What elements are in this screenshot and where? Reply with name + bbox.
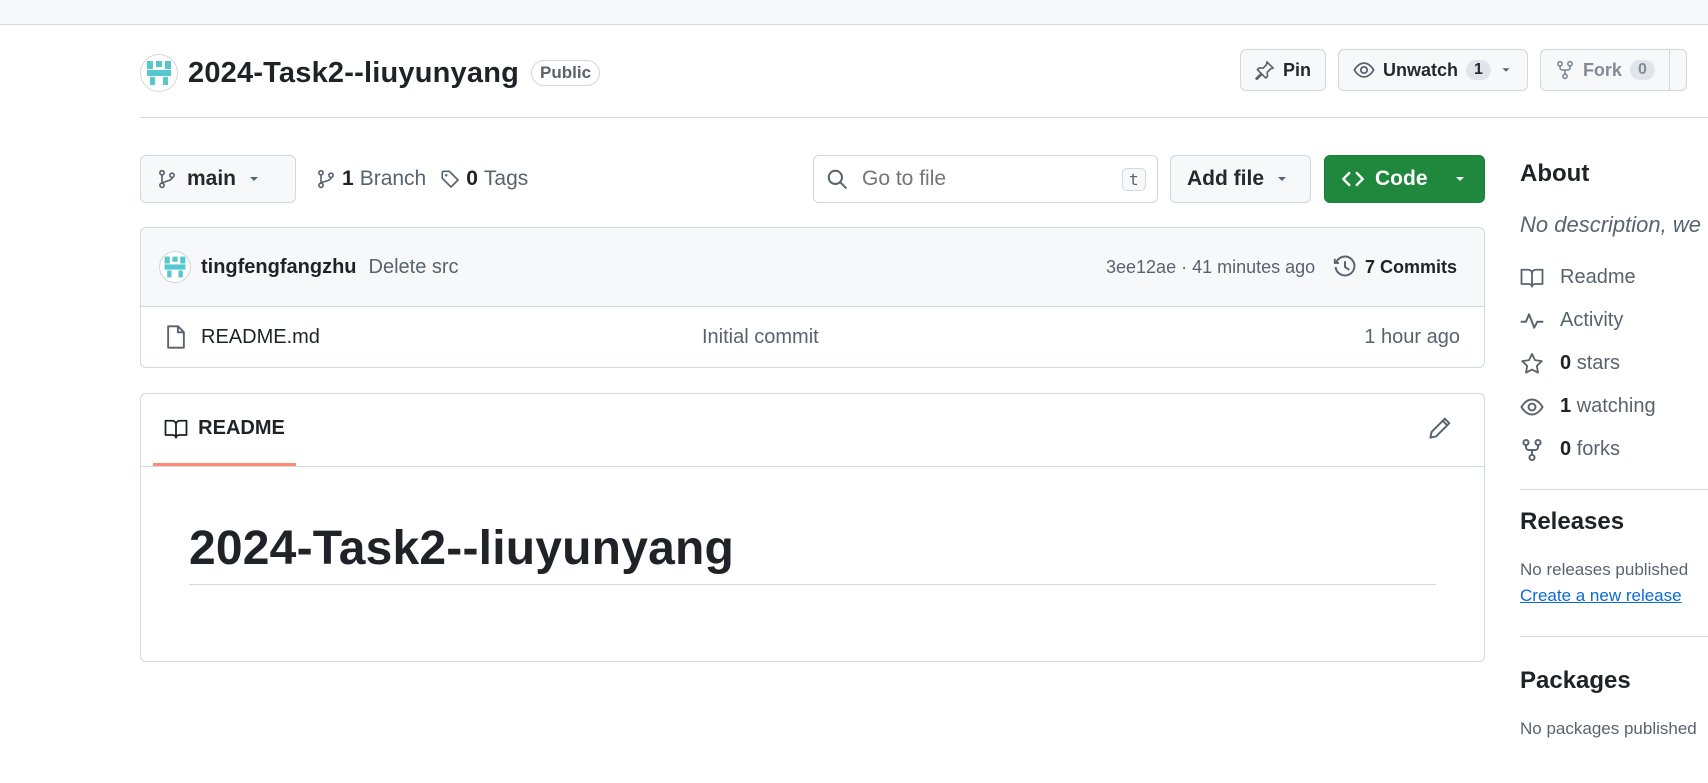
file-icon [165,324,187,350]
sidebar-divider [1520,489,1708,490]
readme-tab-label: README [198,417,285,439]
sidebar-item-label: Activity [1560,309,1624,331]
unwatch-label: Unwatch [1383,59,1459,80]
sidebar-item-readme[interactable]: Readme [1520,256,1708,299]
branches-count: 1 [342,167,354,190]
header-divider [140,117,1708,118]
readme-panel: README 2024-Task2--liuyunyang [140,393,1485,662]
commits-label: 7 Commits [1365,256,1458,277]
sidebar-item-watching[interactable]: 1 watching [1520,385,1708,428]
pin-icon [1255,60,1275,80]
branch-name: main [187,167,237,190]
chevron-down-icon[interactable] [1499,63,1513,77]
fork-count: 0 [1629,60,1655,80]
readme-heading: 2024-Task2--liuyunyang [189,521,1436,585]
tag-icon [440,169,460,189]
book-icon [1520,266,1544,290]
packages-title[interactable]: Packages [1520,667,1708,695]
commit-author[interactable]: tingfengfangzhu [201,256,357,279]
forks-count: 0 [1560,438,1572,460]
author-avatar[interactable] [159,251,191,283]
sidebar-item-label: stars [1576,352,1621,374]
readme-content: 2024-Task2--liuyunyang [141,467,1484,585]
book-icon [164,417,188,441]
stars-count: 0 [1560,352,1572,374]
file-browser: tingfengfangzhu Delete src 3ee12ae · 41 … [140,227,1485,368]
branches-link[interactable]: 1 Branch [316,167,426,191]
file-name[interactable]: README.md [201,326,320,349]
sidebar-item-stars[interactable]: 0 stars [1520,342,1708,385]
browser-top-strip [0,0,1708,25]
commit-message[interactable]: Delete src [369,256,459,279]
repo-header: 2024-Task2--liuyunyang Public [140,48,601,98]
history-icon [1333,255,1357,279]
eye-icon [1520,395,1544,419]
sidebar-item-label: forks [1576,438,1621,460]
file-toolbar: main 1 Branch 0 Tags t Add file [140,155,1485,203]
unwatch-button[interactable]: Unwatch 1 [1338,49,1528,91]
fork-divider [1668,50,1670,90]
file-row[interactable]: README.md Initial commit 1 hour ago [141,307,1484,367]
search-icon [826,168,848,190]
go-to-file-input[interactable] [860,166,1110,192]
commits-link[interactable]: 7 Commits [1333,255,1457,279]
repo-name[interactable]: 2024-Task2--liuyunyang [188,57,519,90]
sidebar-item-forks[interactable]: 0 forks [1520,428,1708,471]
add-file-label: Add file [1187,167,1264,190]
sidebar-item-label: Readme [1560,266,1636,288]
go-to-file-search[interactable]: t [813,155,1158,203]
tab-readme[interactable]: README [153,394,296,466]
branch-icon [157,169,177,189]
add-file-button[interactable]: Add file [1170,155,1311,203]
commit-hash-time[interactable]: 3ee12ae · 41 minutes ago [1106,257,1315,278]
sidebar-item-label: watching [1576,395,1656,417]
file-commit-message[interactable]: Initial commit [702,326,819,349]
fork-icon [1555,60,1575,80]
latest-commit-bar: tingfengfangzhu Delete src 3ee12ae · 41 … [141,228,1484,307]
packages-note: No packages published [1520,719,1697,738]
tags-link[interactable]: 0 Tags [440,167,528,191]
eye-icon [1353,59,1375,81]
create-release-link[interactable]: Create a new release [1520,586,1708,606]
branches-label: Branch [359,167,427,190]
keyboard-shortcut-hint: t [1122,167,1146,191]
code-icon [1341,167,1365,191]
visibility-badge: Public [531,60,601,86]
pulse-icon [1520,309,1544,333]
code-label: Code [1375,167,1428,190]
readme-tabbar: README [141,394,1484,467]
repo-owner-avatar[interactable] [140,54,178,92]
pencil-icon[interactable] [1428,416,1452,440]
fork-icon [1520,438,1544,462]
file-age: 1 hour ago [1364,325,1460,348]
repo-sidebar: About No description, we Readme Activity… [1520,160,1708,739]
about-list: Readme Activity 0 stars 1 watching 0 for… [1520,256,1708,471]
fork-button[interactable]: Fork 0 [1539,49,1687,91]
tags-label: Tags [483,167,529,190]
fork-label: Fork [1582,59,1622,80]
sidebar-divider [1520,636,1708,637]
repo-header-actions: Pin Unwatch 1 Fork 0 [1240,49,1687,91]
watch-count: 1 [1466,60,1491,80]
star-icon [1520,352,1544,376]
tags-count: 0 [466,167,478,190]
about-title: About [1520,160,1590,187]
chevron-down-icon [1452,171,1468,187]
chevron-down-icon [246,171,262,187]
releases-note: No releases published [1520,560,1689,579]
chevron-down-icon [1274,171,1290,187]
pin-label: Pin [1283,59,1312,80]
releases-title[interactable]: Releases [1520,508,1708,536]
watching-count: 1 [1560,395,1572,417]
about-description: No description, we [1520,212,1701,237]
branch-selector[interactable]: main [140,155,296,203]
code-button[interactable]: Code [1324,155,1485,203]
pin-button[interactable]: Pin [1240,49,1327,91]
sidebar-item-activity[interactable]: Activity [1520,299,1708,342]
branch-icon [316,169,336,189]
